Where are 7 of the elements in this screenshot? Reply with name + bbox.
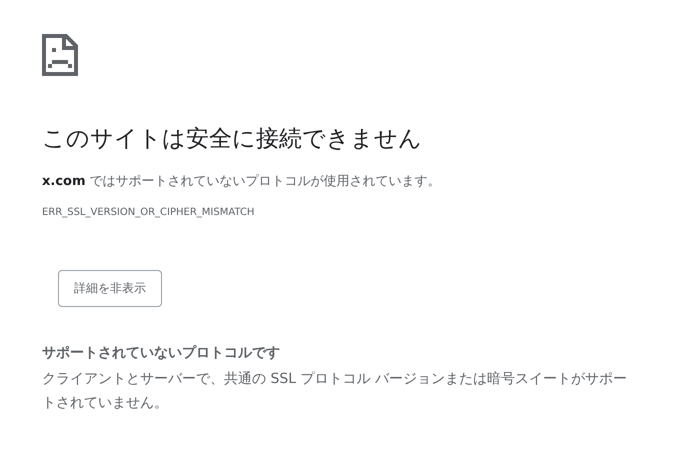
error-code: ERR_SSL_VERSION_OR_CIPHER_MISMATCH: [42, 206, 256, 220]
hide-details-button[interactable]: 詳細を非表示: [58, 270, 162, 307]
details-title: サポートされていないプロトコルです: [42, 344, 281, 363]
broken-page-icon: [42, 34, 78, 76]
details-text: クライアントとサーバーで、共通の SSL プロトコル バージョンまたは暗号スイートがサポートされていません。: [42, 370, 628, 413]
error-heading: このサイトは安全に接続できません: [42, 125, 423, 154]
error-message: x.com ではサポートされていないプロトコルが使用されています。: [42, 173, 442, 191]
